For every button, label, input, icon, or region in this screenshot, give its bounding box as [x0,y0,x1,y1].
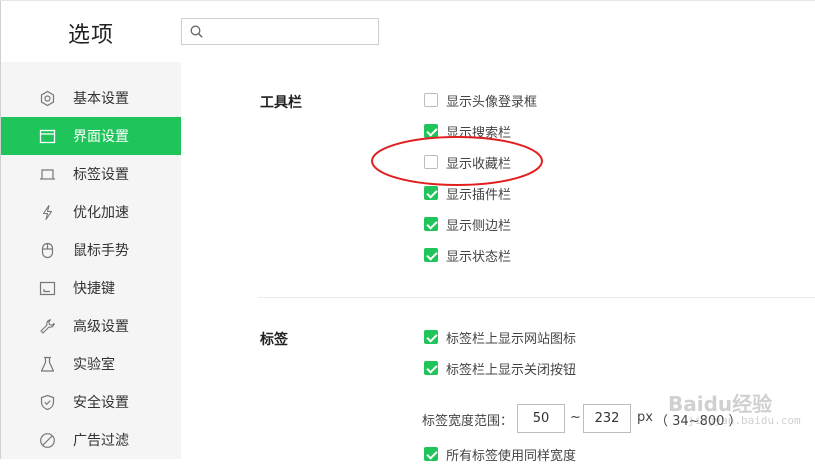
range-separator: ~ [570,410,581,425]
sidebar-item-label: 优化加速 [73,205,129,221]
sidebar-item-mouse[interactable]: 鼠标手势 [1,231,181,269]
sidebar-item-lab[interactable]: 实验室 [1,345,181,383]
option-show-status-bar[interactable]: 显示状态栏 [424,245,511,265]
sidebar-item-interface[interactable]: 界面设置 [1,117,181,155]
option-label: 标签栏上显示网站图标 [446,331,577,347]
checkbox[interactable] [424,186,438,200]
tab-icon [40,169,55,180]
checkbox[interactable] [424,330,438,344]
search-input[interactable] [181,18,379,45]
sidebar-item-basic[interactable]: 基本设置 [1,79,181,117]
option-show-plugin-bar[interactable]: 显示插件栏 [424,183,511,203]
sidebar-item-advanced[interactable]: 高级设置 [1,307,181,345]
option-show-search-bar[interactable]: 显示搜索栏 [424,121,511,141]
sidebar-item-label: 标签设置 [73,167,129,183]
lightning-icon [42,204,53,221]
page-title: 选项 [68,23,115,48]
section-divider [258,297,815,298]
sidebar-item-tabs[interactable]: 标签设置 [1,155,181,193]
option-label: 显示侧边栏 [446,218,512,234]
range-unit: px [637,410,653,425]
wrench-icon [40,319,55,334]
section-title-tabs: 标签 [260,332,288,348]
tab-width-min-input[interactable]: 50 [517,404,565,433]
option-show-sidebar[interactable]: 显示侧边栏 [424,214,511,234]
sidebar-item-label: 快捷键 [73,281,115,297]
mouse-icon [41,242,54,259]
flask-icon [40,356,55,372]
checkbox[interactable] [424,155,438,169]
option-show-bookmarks-bar[interactable]: 显示收藏栏 [424,152,511,172]
sidebar-item-label: 高级设置 [73,319,129,335]
sidebar-item-security[interactable]: 安全设置 [1,383,181,421]
search-icon [190,25,203,38]
option-label: 显示收藏栏 [446,156,512,172]
sidebar-item-label: 鼠标手势 [73,243,129,259]
option-label: 显示头像登录框 [446,94,538,110]
sidebar-item-label: 基本设置 [73,91,129,107]
sidebar-item-label: 实验室 [73,357,115,373]
tab-width-max-input[interactable]: 232 [583,404,631,433]
sidebar: 基本设置 界面设置 标签设置 优化加速 鼠标手势 快捷键 高级设置 实验室 安全… [1,62,181,459]
checkbox[interactable] [424,93,438,107]
option-label: 显示状态栏 [446,249,512,265]
sidebar-item-label: 界面设置 [73,129,129,145]
sidebar-item-label: 安全设置 [73,395,129,411]
ban-icon [40,433,55,448]
shield-icon [40,394,55,411]
sidebar-item-adblock[interactable]: 广告过滤 [1,421,181,459]
window-border-top [0,0,815,1]
checkbox[interactable] [424,124,438,138]
window-icon [39,129,56,144]
watermark-sub: jingyan.baidu.com [688,414,801,427]
option-label: 显示插件栏 [446,187,512,203]
option-tab-show-close-button[interactable]: 标签栏上显示关闭按钮 [424,358,576,378]
section-title-toolbar: 工具栏 [260,95,302,111]
tab-width-range-label: 标签宽度范围： [422,414,514,429]
gear-icon [40,90,55,107]
option-label: 所有标签使用同样宽度 [446,448,577,464]
watermark: Baidu经验 [668,392,773,416]
sidebar-item-shortcuts[interactable]: 快捷键 [1,269,181,307]
option-label: 显示搜索栏 [446,125,512,141]
option-tab-same-width[interactable]: 所有标签使用同样宽度 [424,444,576,464]
keyboard-icon [39,281,56,296]
option-label: 标签栏上显示关闭按钮 [446,362,577,378]
checkbox[interactable] [424,217,438,231]
sidebar-item-label: 广告过滤 [73,433,129,449]
checkbox[interactable] [424,248,438,262]
option-tab-show-favicon[interactable]: 标签栏上显示网站图标 [424,327,576,347]
sidebar-item-optimize[interactable]: 优化加速 [1,193,181,231]
option-show-avatar-login[interactable]: 显示头像登录框 [424,90,537,110]
checkbox[interactable] [424,361,438,375]
